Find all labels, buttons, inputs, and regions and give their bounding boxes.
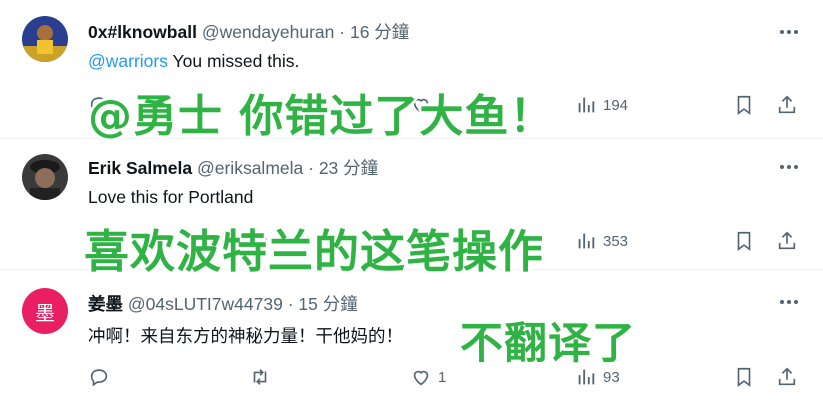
views-button[interactable]: 194 (575, 93, 628, 117)
reply-feed: 0x#lknowball @wendayehuran · 16 分鐘 @warr… (0, 0, 823, 411)
share-icon (778, 95, 796, 114)
tweet-body: You missed this. (168, 51, 300, 71)
separator: · (287, 294, 294, 314)
bookmark-icon (737, 367, 751, 387)
bookmark-icon (737, 231, 751, 251)
tweet-text: Love this for Portland (88, 187, 254, 207)
author-handle[interactable]: @wendayehuran (202, 22, 335, 42)
likes-count: 1 (438, 368, 447, 386)
translation-overlay-3: 不翻译了 (460, 319, 636, 369)
bookmark-button[interactable] (733, 229, 755, 253)
tweet-header: Erik Salmela @eriksalmela · 23 分鐘 (88, 155, 378, 180)
tweet-text: 冲啊！来自东方的神秘力量！干他妈的！ (88, 326, 403, 346)
like-icon (413, 370, 429, 386)
separator: · (339, 22, 346, 42)
reply-icon (90, 369, 108, 387)
retweet-icon (253, 369, 267, 385)
retweet-button[interactable] (249, 365, 271, 389)
share-icon (778, 367, 796, 386)
share-button[interactable] (776, 93, 798, 117)
translation-overlay-1: @勇士 你错过了大鱼！ (88, 91, 555, 142)
avatar-letter: 墨 (35, 300, 55, 325)
translation-overlay-2: 喜欢波特兰的这笔操作 (84, 225, 545, 278)
share-button[interactable] (776, 365, 798, 389)
author-handle[interactable]: @04sLUTI7w44739 (128, 294, 283, 314)
mention-link[interactable]: @warriors (88, 51, 168, 71)
avatar[interactable] (22, 154, 68, 200)
timestamp[interactable]: 15 分鐘 (298, 294, 357, 314)
more-icon[interactable] (777, 157, 801, 177)
action-bar: 1 93 (0, 365, 823, 389)
author-name[interactable]: 姜墨 (88, 294, 123, 314)
views-count: 194 (603, 96, 629, 114)
timestamp[interactable]: 16 分鐘 (350, 22, 409, 42)
author-handle[interactable]: @eriksalmela (197, 158, 303, 178)
author-name[interactable]: 0x#lknowball (88, 22, 197, 42)
timestamp[interactable]: 23 分鐘 (319, 158, 378, 178)
like-button[interactable]: 1 (410, 365, 446, 389)
views-count: 353 (603, 232, 629, 250)
more-icon[interactable] (777, 22, 801, 42)
bookmark-icon (737, 95, 751, 115)
reply-button[interactable] (88, 365, 110, 389)
tweet-header: 姜墨 @04sLUTI7w44739 · 15 分鐘 (88, 291, 358, 316)
avatar[interactable]: 墨 (22, 288, 68, 334)
share-icon (778, 231, 796, 250)
separator: · (308, 158, 314, 178)
bookmark-button[interactable] (733, 93, 755, 117)
tweet-header: 0x#lknowball @wendayehuran · 16 分鐘 (88, 19, 409, 44)
avatar[interactable] (22, 16, 68, 62)
bookmark-button[interactable] (733, 365, 755, 389)
views-icon (578, 97, 595, 113)
views-icon (578, 233, 595, 249)
more-icon[interactable] (777, 292, 801, 312)
views-count: 93 (603, 368, 620, 386)
tweet-3[interactable]: 墨 姜墨 @04sLUTI7w44739 · 15 分鐘 冲啊！来自东方的神秘力… (0, 270, 823, 411)
author-name[interactable]: Erik Salmela (88, 158, 192, 178)
share-button[interactable] (776, 229, 798, 253)
tweet-text: @warriors You missed this. (88, 51, 299, 72)
views-button[interactable]: 353 (575, 229, 628, 253)
